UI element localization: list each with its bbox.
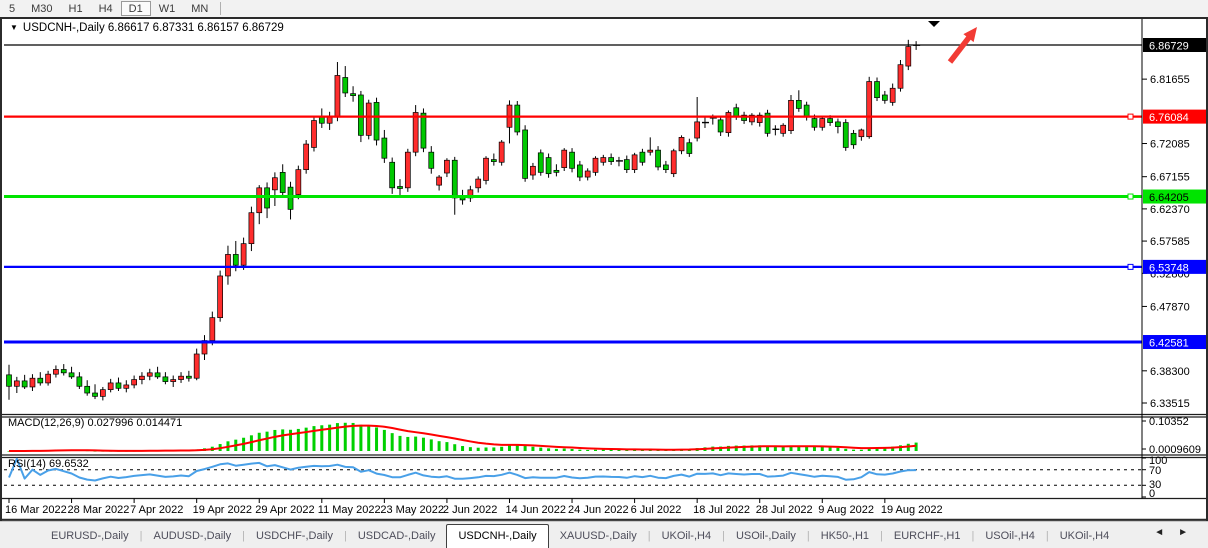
timeframe-button-m30[interactable]: M30 (23, 1, 60, 16)
price-chart[interactable]: 6.816556.720856.671556.623706.575856.528… (2, 17, 1206, 521)
svg-text:6.86729: 6.86729 (1149, 41, 1189, 53)
macd-panel: 0.103520.0009609 (8, 416, 1202, 456)
svg-text:6.81655: 6.81655 (1150, 74, 1190, 86)
chart-tab-usdchf-daily[interactable]: USDCHF-,Daily (245, 526, 344, 548)
timeframe-button-d1[interactable]: D1 (121, 1, 151, 16)
svg-text:19 Apr 2022: 19 Apr 2022 (193, 504, 252, 516)
svg-text:70: 70 (1149, 465, 1161, 477)
toolbar-separator (220, 2, 221, 15)
rsi-indicator-label: RSI(14) 69.6532 (8, 458, 89, 470)
timeframe-button-mn[interactable]: MN (183, 1, 216, 16)
chart-tab-usdcnh-daily[interactable]: USDCNH-,Daily (446, 524, 548, 548)
svg-text:6.38300: 6.38300 (1150, 366, 1190, 378)
chart-tab-usoil-h4[interactable]: USOil-,H4 (974, 526, 1046, 548)
svg-text:6 Jul 2022: 6 Jul 2022 (631, 504, 682, 516)
tab-scroll-left-icon[interactable]: ◄ (1154, 527, 1178, 538)
svg-text:16 Mar 2022: 16 Mar 2022 (5, 504, 67, 516)
tab-scroll-arrows: ◄► (1154, 527, 1202, 538)
chart-title: ▼ USDCNH-,Daily 6.86617 6.87331 6.86157 6… (10, 22, 284, 34)
mt4-terminal: 5M30H1H4D1W1MN 6.81655 6.72085 6.67155 6.62… (0, 0, 1208, 548)
svg-text:2 Jun 2022: 2 Jun 2022 (443, 504, 497, 516)
price-scale-ticks: 6.816556.720856.671556.623706.575856.528… (1142, 74, 1190, 410)
rsi-panel: 10070300 (4, 455, 1167, 500)
svg-text:6.33515: 6.33515 (1150, 398, 1190, 410)
tab-scroll-right-icon[interactable]: ► (1178, 527, 1202, 538)
svg-text:29 Apr 2022: 29 Apr 2022 (255, 504, 314, 516)
svg-text:6.64205: 6.64205 (1149, 192, 1189, 204)
svg-text:9 Aug 2022: 9 Aug 2022 (818, 504, 874, 516)
svg-text:11 May 2022: 11 May 2022 (318, 504, 381, 516)
chart-tab-usoil-daily[interactable]: USOil-,Daily (725, 526, 807, 548)
chart-tab-eurchf-h1[interactable]: EURCHF-,H1 (883, 526, 972, 548)
svg-text:28 Jul 2022: 28 Jul 2022 (756, 504, 813, 516)
chart-objects (928, 21, 977, 64)
date-axis: 16 Mar 202228 Mar 20227 Apr 2022 19 Apr 2… (5, 499, 943, 517)
timeframe-button-5[interactable]: 5 (1, 1, 23, 16)
svg-text:19 Aug 2022: 19 Aug 2022 (881, 504, 943, 516)
chart-ohlc: 6.86617 6.87331 6.86157 6.86729 (108, 22, 284, 34)
chart-tab-usdcad-daily[interactable]: USDCAD-,Daily (347, 526, 447, 548)
chart-tab-hk50-h1[interactable]: HK50-,H1 (810, 526, 880, 548)
svg-text:6.47870: 6.47870 (1150, 301, 1190, 313)
svg-text:6.72085: 6.72085 (1150, 139, 1190, 151)
hline-handle[interactable] (1128, 194, 1133, 199)
timeframe-button-h4[interactable]: H4 (91, 1, 121, 16)
chart-tab-bar: EURUSD-,Daily|AUDUSD-,Daily|USDCHF-,Dail… (0, 521, 1208, 548)
svg-text:0: 0 (1149, 488, 1155, 500)
svg-text:6.62370: 6.62370 (1150, 204, 1190, 216)
svg-text:14 Jun 2022: 14 Jun 2022 (505, 504, 566, 516)
timeframe-toolbar: 5M30H1H4D1W1MN (0, 0, 1208, 17)
svg-text:6.42581: 6.42581 (1149, 338, 1189, 350)
timeframe-button-h1[interactable]: H1 (61, 1, 91, 16)
hline-handle[interactable] (1128, 264, 1133, 269)
svg-text:0.10352: 0.10352 (1149, 416, 1189, 428)
svg-text:6.76084: 6.76084 (1149, 112, 1189, 124)
svg-text:6.67155: 6.67155 (1150, 172, 1190, 184)
svg-text:7 Apr 2022: 7 Apr 2022 (130, 504, 183, 516)
horizontal-lines (4, 45, 1142, 342)
svg-text:6.57585: 6.57585 (1150, 236, 1190, 248)
chart-tab-eurusd-daily[interactable]: EURUSD-,Daily (40, 526, 140, 548)
chart-window: 6.816556.720856.671556.623706.575856.528… (0, 17, 1208, 521)
chart-tab-ukoil-h4[interactable]: UKOil-,H4 (1049, 526, 1121, 548)
svg-text:6.53748: 6.53748 (1149, 262, 1189, 274)
chart-tab-ukoil-h4[interactable]: UKOil-,H4 (651, 526, 723, 548)
candlesticks (7, 40, 921, 401)
svg-text:24 Jun 2022: 24 Jun 2022 (568, 504, 629, 516)
chart-symbol-period: USDCNH-,Daily (23, 22, 105, 34)
svg-text:18 Jul 2022: 18 Jul 2022 (693, 504, 750, 516)
svg-text:23 May 2022: 23 May 2022 (380, 504, 444, 516)
chart-tab-xauusd-daily[interactable]: XAUUSD-,Daily (549, 526, 648, 548)
timeframe-button-w1[interactable]: W1 (151, 1, 184, 16)
panel-borders (2, 19, 1206, 520)
hline-handle[interactable] (1128, 114, 1133, 119)
svg-text:28 Mar 2022: 28 Mar 2022 (68, 504, 130, 516)
chart-tab-audusd-daily[interactable]: AUDUSD-,Daily (142, 526, 242, 548)
macd-indicator-label: MACD(12,26,9) 0.027996 0.014471 (8, 417, 182, 429)
black-down-triangle-marker[interactable] (928, 21, 940, 27)
chart-menu-icon[interactable]: ▼ (10, 23, 18, 32)
